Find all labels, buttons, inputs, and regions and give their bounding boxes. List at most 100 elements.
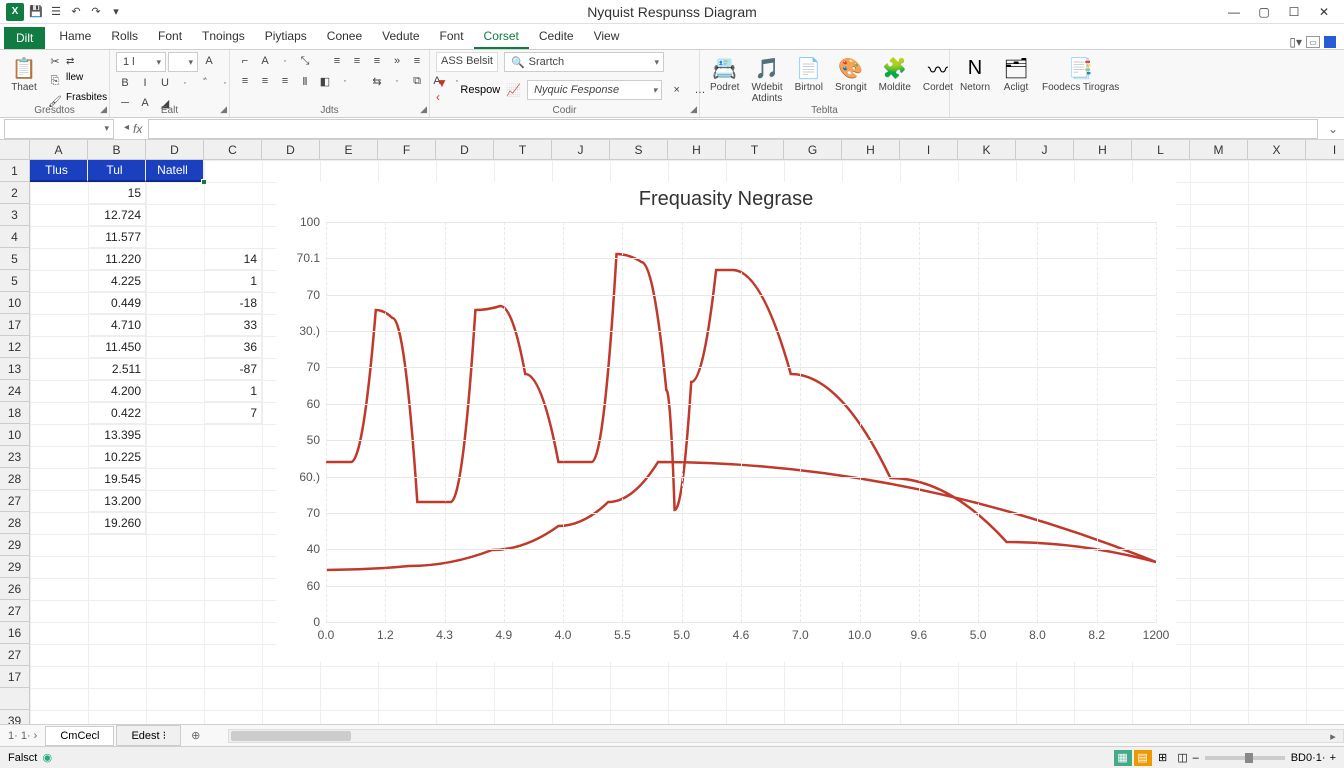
col-header-D2[interactable]: D [146, 140, 204, 160]
zoom-in-button[interactable]: + [1330, 752, 1336, 764]
font-row1-btn-0[interactable]: B [116, 74, 134, 92]
cond-format-button[interactable]: ASS Belsit [436, 52, 498, 72]
align-btm-button[interactable]: · [276, 52, 294, 70]
ribbon-tab-rolls[interactable]: Rolls [101, 25, 148, 49]
align-row1-btn-2[interactable]: ≡ [368, 52, 386, 70]
ribbon-option-icon[interactable]: ▯▾ [1289, 35, 1302, 49]
formula-expand-icon[interactable]: ⌄ [1322, 122, 1344, 136]
macro-record-icon[interactable]: ◉ [38, 750, 56, 766]
col-header-A0[interactable]: A [30, 140, 88, 160]
row-header-11[interactable]: 18 [0, 402, 30, 424]
cell-1-14[interactable]: 19.545 [88, 468, 146, 490]
chart-object[interactable]: Frequasity Negrase 10070.17030.)70605060… [276, 182, 1176, 662]
cell-1-12[interactable]: 13.395 [88, 424, 146, 446]
cell-3-6[interactable]: -18 [204, 292, 262, 314]
qat-save-icon[interactable]: 💾 [28, 4, 44, 20]
row-header-17[interactable]: 29 [0, 534, 30, 556]
font-row1-btn-2[interactable]: U [156, 74, 174, 92]
ribbon-tab-cedite[interactable]: Cedite [529, 25, 584, 49]
row-header-8[interactable]: 12 [0, 336, 30, 358]
cell-1-7[interactable]: 4.710 [88, 314, 146, 336]
cell-1-9[interactable]: 2.511 [88, 358, 146, 380]
align-row1-btn-3[interactable]: » [388, 52, 406, 70]
row-header-16[interactable]: 28 [0, 512, 30, 534]
cell-0-0[interactable]: Tlus [30, 160, 88, 182]
col-header-G13[interactable]: G [784, 140, 842, 160]
align-merge-btn-1[interactable]: · [388, 72, 406, 90]
row-header-5[interactable]: 5 [0, 270, 30, 292]
align-merge-btn-2[interactable]: ⧉ [408, 72, 426, 90]
editing-btn-0[interactable]: NNetorn [956, 52, 994, 95]
row-header-14[interactable]: 28 [0, 468, 30, 490]
scrollbar-thumb[interactable] [231, 731, 351, 741]
row-header-2[interactable]: 3 [0, 204, 30, 226]
col-header-H11[interactable]: H [668, 140, 726, 160]
col-header-F6[interactable]: F [378, 140, 436, 160]
col-header-I15[interactable]: I [900, 140, 958, 160]
horizontal-scrollbar[interactable]: ◂ ▸ [228, 729, 1344, 743]
ribbon-tab-corset[interactable]: Corset [474, 25, 529, 49]
zoom-level[interactable]: BD0·1· [1291, 752, 1326, 764]
sheet-nav[interactable]: 1· 1· › [0, 730, 45, 742]
search-box[interactable]: 🔍Srartch [504, 52, 664, 72]
minimize-button[interactable]: — [1220, 2, 1248, 22]
align-dialog-icon[interactable]: ◢ [420, 104, 427, 115]
align-merge-btn-0[interactable]: ⇆ [368, 72, 386, 90]
font-row1-btn-1[interactable]: I [136, 74, 154, 92]
row-header-20[interactable]: 27 [0, 600, 30, 622]
cell-1-13[interactable]: 10.225 [88, 446, 146, 468]
row-header-7[interactable]: 17 [0, 314, 30, 336]
select-all-corner[interactable] [0, 140, 30, 160]
font-row1-btn-4[interactable]: ΅ [196, 74, 214, 92]
view-break-icon[interactable]: ⊞ [1154, 750, 1172, 766]
align-row2-btn-5[interactable]: · [336, 72, 354, 90]
fx-icon[interactable]: fx [133, 122, 142, 136]
copy-button[interactable]: ⎘ [46, 72, 64, 90]
formula-input[interactable] [148, 119, 1318, 139]
new-sheet-button[interactable]: ⊕ [183, 729, 208, 742]
cell-1-10[interactable]: 4.200 [88, 380, 146, 402]
align-mid-button[interactable]: A [256, 52, 274, 70]
file-tab[interactable]: Dilt [4, 27, 45, 49]
col-header-B1[interactable]: B [88, 140, 146, 160]
col-header-X21[interactable]: X [1248, 140, 1306, 160]
ribbon-collapse-icon[interactable]: ▭ [1306, 36, 1320, 48]
qat-undo-icon[interactable]: ↶ [68, 4, 84, 20]
view-normal-icon[interactable]: ▦ [1114, 750, 1132, 766]
col-header-T8[interactable]: T [494, 140, 552, 160]
cell-3-4[interactable]: 14 [204, 248, 262, 270]
increase-font-button[interactable]: A [200, 52, 218, 70]
font-size-combo[interactable] [168, 52, 198, 72]
cell-1-0[interactable]: Tul [88, 160, 146, 182]
restore-button[interactable]: ▢ [1250, 2, 1278, 22]
col-header-E5[interactable]: E [320, 140, 378, 160]
view-custom-icon[interactable]: ◫ [1174, 750, 1192, 766]
align-row2-btn-4[interactable]: ◧ [316, 72, 334, 90]
cell-1-16[interactable]: 19.260 [88, 512, 146, 534]
ribbon-tab-conee[interactable]: Conee [317, 25, 372, 49]
cut-button[interactable]: ✂ [46, 52, 64, 70]
fx-cancel-icon[interactable]: ◂ [124, 122, 129, 136]
ribbon-tab-hame[interactable]: Hame [49, 25, 101, 49]
align-row1-btn-0[interactable]: ≡ [328, 52, 346, 70]
col-header-T12[interactable]: T [726, 140, 784, 160]
respow-icon[interactable]: ▼ ‹ [436, 76, 454, 104]
paste-button[interactable]: 📋 Thaet [6, 52, 42, 95]
cells-btn-0[interactable]: 📇Podret [706, 52, 743, 95]
clipboard-dialog-icon[interactable]: ◢ [100, 104, 107, 115]
cells-btn-1[interactable]: 🎵Wdebit Atdints [747, 52, 786, 106]
col-header-S10[interactable]: S [610, 140, 668, 160]
row-header-21[interactable]: 16 [0, 622, 30, 644]
row-header-22[interactable]: 27 [0, 644, 30, 666]
cell-3-10[interactable]: 1 [204, 380, 262, 402]
row-header-15[interactable]: 27 [0, 490, 30, 512]
align-row2-btn-3[interactable]: Ⅱ [296, 72, 314, 90]
maximize-button[interactable]: ☐ [1280, 2, 1308, 22]
cells-btn-2[interactable]: 📄Birtnol [791, 52, 827, 95]
name-box[interactable] [4, 119, 114, 139]
col-header-J17[interactable]: J [1016, 140, 1074, 160]
align-row2-btn-0[interactable]: ≡ [236, 72, 254, 90]
cell-1-2[interactable]: 12.724 [88, 204, 146, 226]
view-layout-icon[interactable]: ▤ [1134, 750, 1152, 766]
row-header-19[interactable]: 26 [0, 578, 30, 600]
